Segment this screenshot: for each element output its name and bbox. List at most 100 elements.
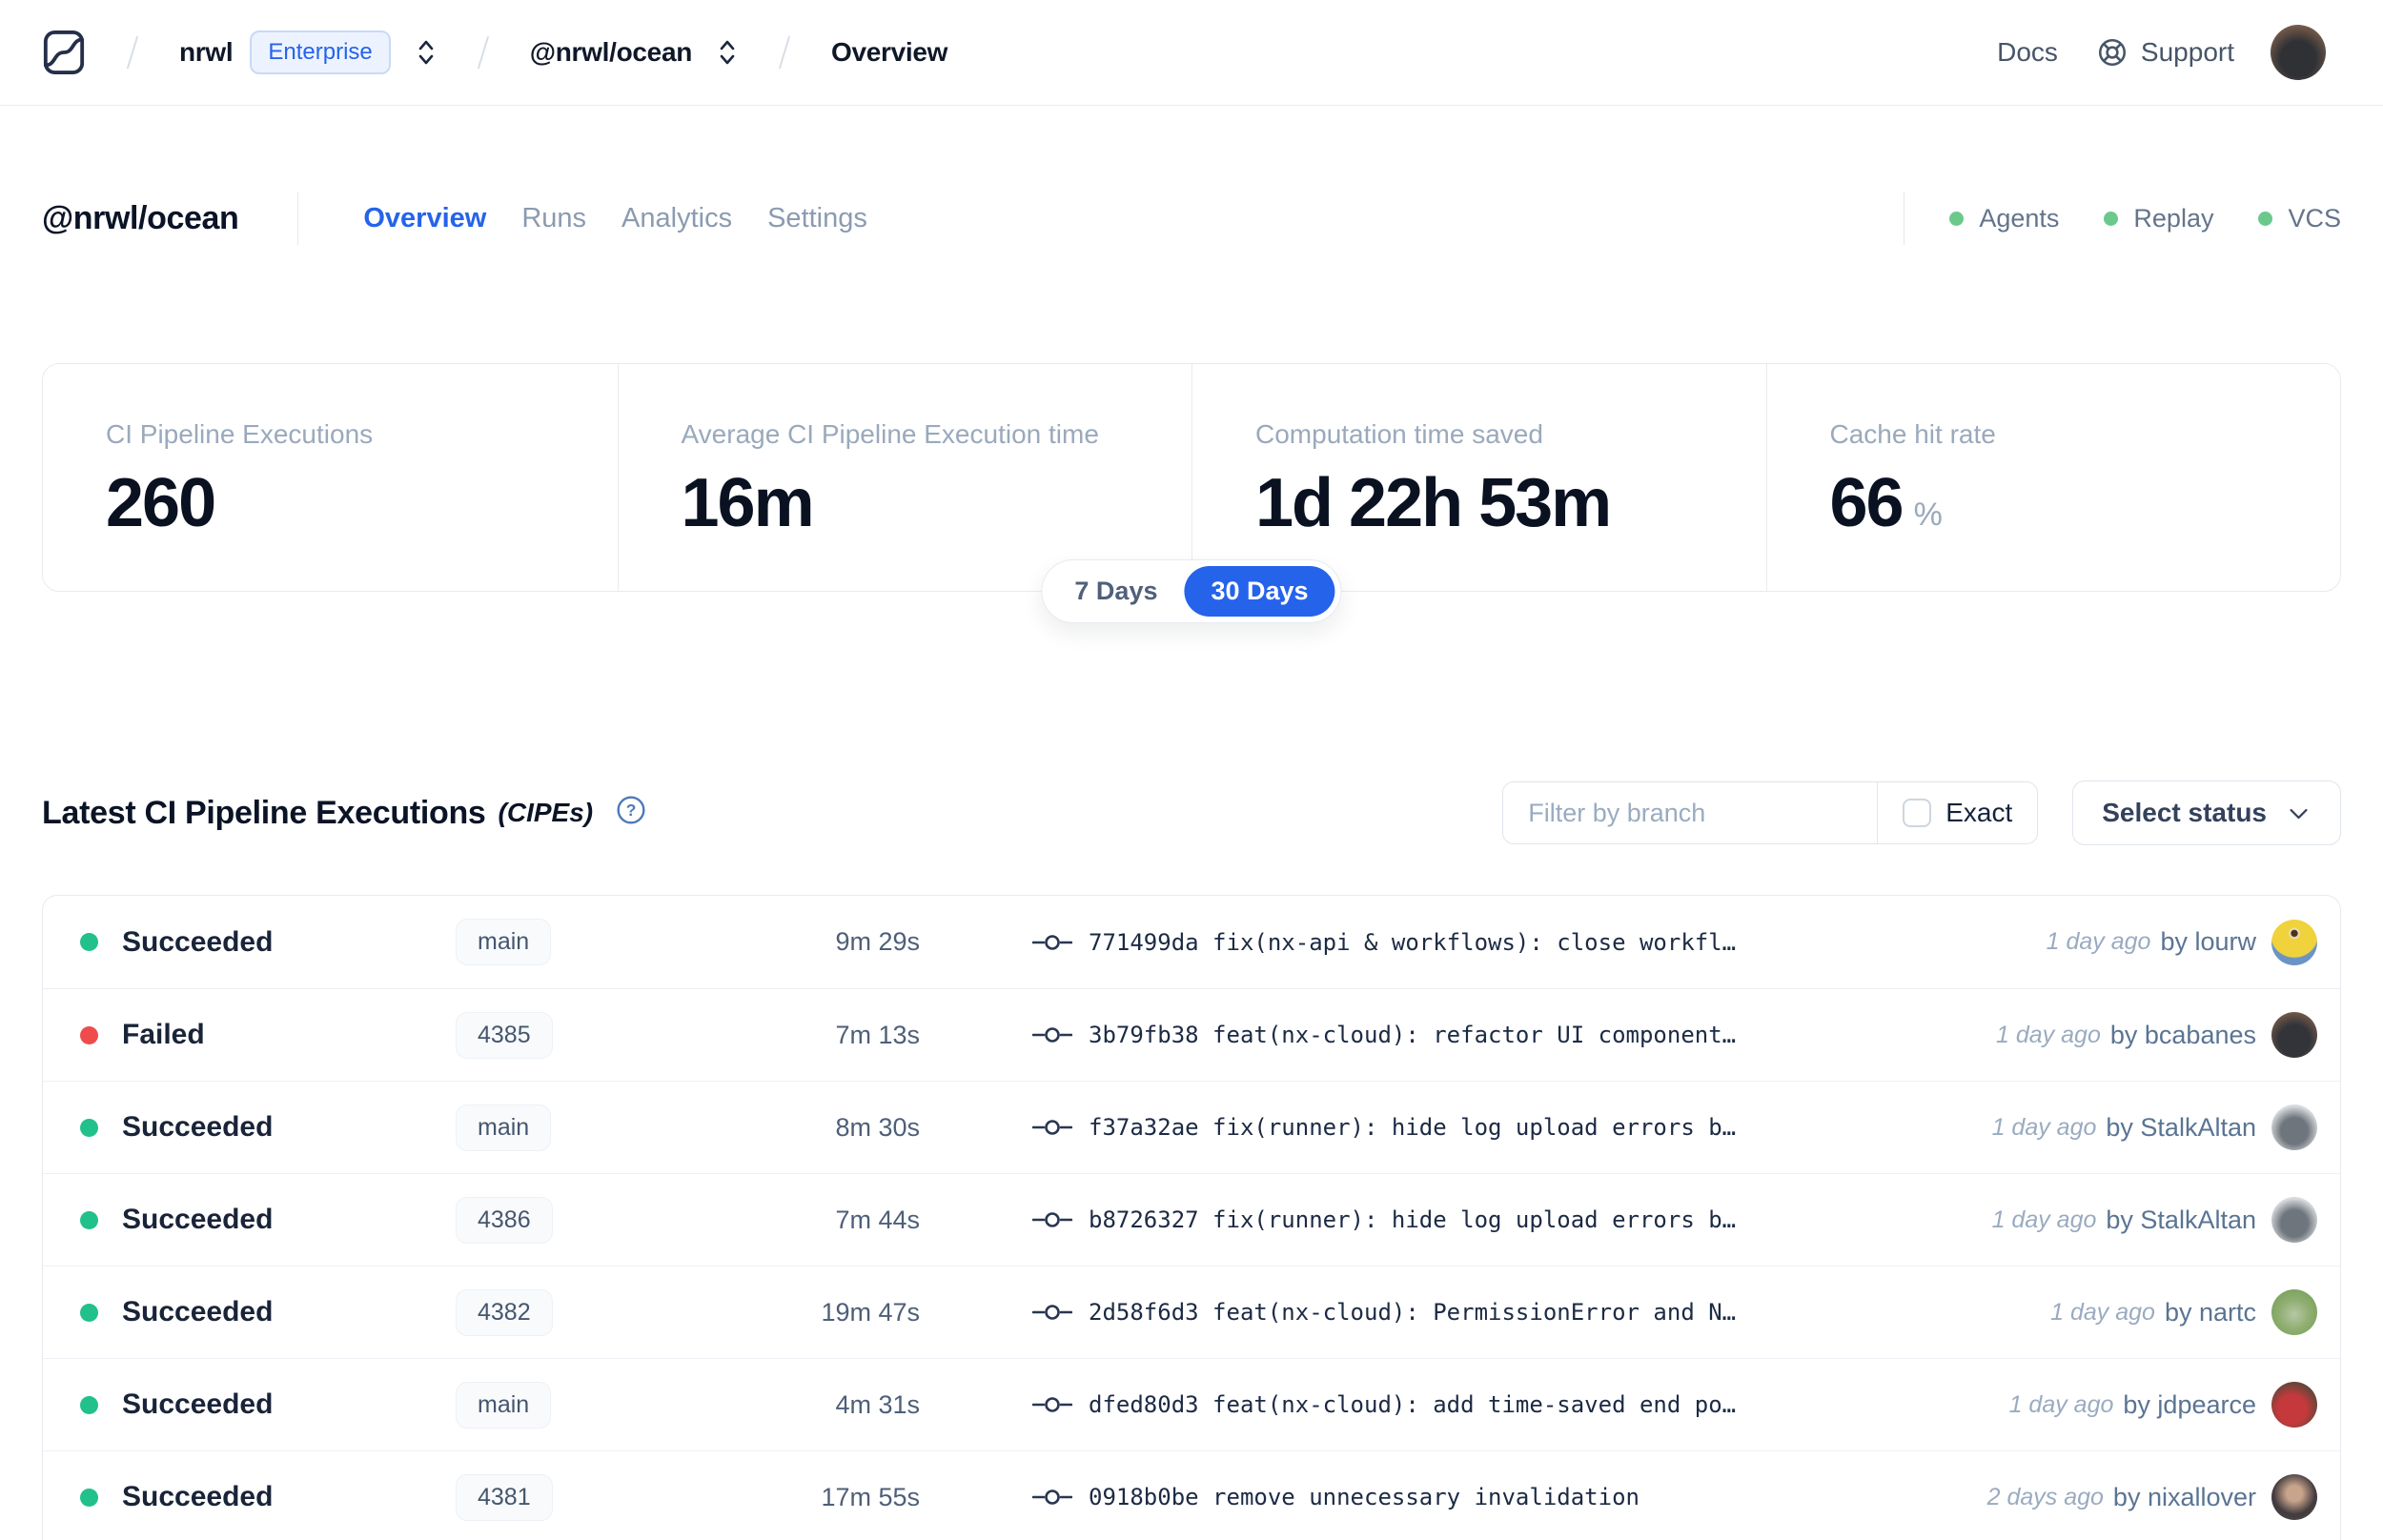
tab-analytics[interactable]: Analytics [621,203,732,234]
range-7-days[interactable]: 7 Days [1048,566,1184,617]
time-ago: 1 day ago [1996,1021,2101,1048]
author: by nartc [2164,1297,2256,1327]
feature-vcs[interactable]: VCS [2258,204,2341,233]
feature-label: VCS [2288,203,2341,233]
table-row[interactable]: Failed 4385 7m 13s 3b79fb38 feat(nx-clou… [43,988,2340,1081]
enterprise-badge: Enterprise [250,30,391,74]
commit-hash: b8726327 [1089,1206,1199,1233]
date-range-toggle: 7 Days 30 Days [1041,559,1342,623]
stats-section: CI Pipeline Executions 260 Average CI Pi… [42,363,2341,623]
user-avatar[interactable] [2271,25,2326,80]
avatar [2271,919,2317,965]
stat-card-time-saved: Computation time saved 1d 22h 53m [1192,364,1766,591]
cipe-section-header: Latest CI Pipeline Executions (CIPEs) ? … [42,780,2341,845]
avatar [2271,1012,2317,1058]
feature-label: Replay [2133,203,2214,233]
branch-badge: 4382 [456,1288,553,1336]
org-switcher-chevrons-icon[interactable] [416,36,437,69]
stat-value: 16m [681,465,815,541]
table-row[interactable]: Succeeded main 8m 30s f37a32ae fix(runne… [43,1081,2340,1173]
status-select-button[interactable]: Select status [2072,780,2341,845]
time-ago: 1 day ago [1991,1113,2097,1141]
avatar [2271,1104,2317,1150]
table-row[interactable]: Succeeded 4386 7m 44s b8726327 fix(runne… [43,1173,2340,1266]
git-commit-icon [1032,1027,1072,1043]
status-dot-icon [80,1210,98,1229]
stat-card-avg-time: Average CI Pipeline Execution time 16m [617,364,1192,591]
commit-text: 0918b0be remove unnecessary invalidation [1089,1484,1640,1510]
author: by bcabanes [2109,1020,2256,1049]
svg-text:?: ? [626,800,637,820]
stats-cards: CI Pipeline Executions 260 Average CI Pi… [42,363,2341,592]
exact-label[interactable]: Exact [1945,798,2012,828]
commit-hash: 771499da [1089,928,1199,956]
exact-checkbox[interactable] [1903,799,1932,827]
status-label: Failed [122,1019,205,1050]
branch-filter-input[interactable] [1503,782,1878,843]
status-select-label: Select status [2102,798,2267,827]
feature-indicators: Agents Replay VCS [1904,192,2341,245]
status-label: Succeeded [122,1111,274,1143]
chevron-down-icon [2290,808,2308,819]
time-ago: 1 day ago [1991,1206,2097,1233]
breadcrumb: nrwl Enterprise @nrwl/ocean Overview [42,28,947,77]
commit-text: b8726327 fix(runner): hide log upload er… [1089,1206,1736,1233]
commit-hash: 3b79fb38 [1089,1022,1199,1048]
status-label: Succeeded [122,925,274,958]
support-link[interactable]: Support [2096,36,2234,69]
feature-replay[interactable]: Replay [2104,204,2213,233]
breadcrumb-page: Overview [831,37,948,67]
avatar [2271,1197,2317,1243]
duration: 8m 30s [835,1112,920,1142]
avatar [2271,1382,2317,1428]
commit-hash: 2d58f6d3 [1089,1299,1199,1326]
feature-label: Agents [1979,203,2060,233]
stat-label: Computation time saved [1255,419,1543,449]
commit-message: remove unnecessary invalidation [1212,1484,1640,1510]
status-dot-icon [80,1488,98,1507]
commit-hash: 0918b0be [1089,1484,1199,1510]
author: by jdpearce [2123,1389,2256,1419]
tab-settings[interactable]: Settings [767,203,867,234]
time-ago: 1 day ago [2050,1298,2155,1326]
git-commit-icon [1032,1489,1072,1505]
stat-value: 66 [1829,465,1904,541]
workspace-switcher-chevrons-icon[interactable] [717,36,738,69]
support-label: Support [2140,37,2234,67]
tab-overview[interactable]: Overview [363,203,486,234]
breadcrumb-separator [477,35,489,70]
breadcrumb-workspace[interactable]: @nrwl/ocean [530,37,693,68]
branch-badge: main [456,1104,552,1151]
status-dot-icon [80,1303,98,1322]
git-commit-icon [1032,1212,1072,1227]
commit-hash: f37a32ae [1089,1114,1199,1141]
table-row[interactable]: Succeeded main 4m 31s dfed80d3 feat(nx-c… [43,1358,2340,1450]
table-row[interactable]: Succeeded 4382 19m 47s 2d58f6d3 feat(nx-… [43,1266,2340,1358]
table-row[interactable]: Succeeded 4381 17m 55s 0918b0be remove u… [43,1450,2340,1540]
page-title: @nrwl/ocean [42,199,239,236]
tab-runs[interactable]: Runs [521,203,586,234]
range-30-days[interactable]: 30 Days [1184,566,1335,617]
workspace-header: @nrwl/ocean Overview Runs Analytics Sett… [42,188,2341,249]
status-dot-icon [80,1395,98,1414]
duration: 19m 47s [821,1297,920,1327]
table-row[interactable]: Succeeded main 9m 29s 771499da fix(nx-ap… [43,896,2340,988]
stat-card-cache-hit-rate: Cache hit rate 66 % [1765,364,2341,591]
help-icon[interactable]: ? [616,795,646,825]
commit-message: feat(nx-cloud): refactor UI component… [1212,1022,1737,1048]
avatar [2271,1474,2317,1520]
breadcrumb-org[interactable]: nrwl [179,37,234,68]
branch-badge: 4381 [456,1473,553,1521]
cipe-filters: Exact Select status [1502,780,2341,845]
status-dot-icon [80,1118,98,1137]
status-label: Succeeded [122,1481,274,1512]
top-navbar: nrwl Enterprise @nrwl/ocean Overview Doc… [0,0,2383,106]
docs-link[interactable]: Docs [1997,37,2058,68]
status-label: Succeeded [122,1204,274,1235]
commit-message: feat(nx-cloud): add time-saved end po… [1212,1391,1737,1418]
nx-cloud-logo-icon[interactable] [42,28,86,77]
stat-label: CI Pipeline Executions [106,419,374,449]
feature-agents[interactable]: Agents [1949,204,2059,233]
commit-text: 771499da fix(nx-api & workflows): close … [1089,929,1736,956]
duration: 4m 31s [835,1389,920,1419]
